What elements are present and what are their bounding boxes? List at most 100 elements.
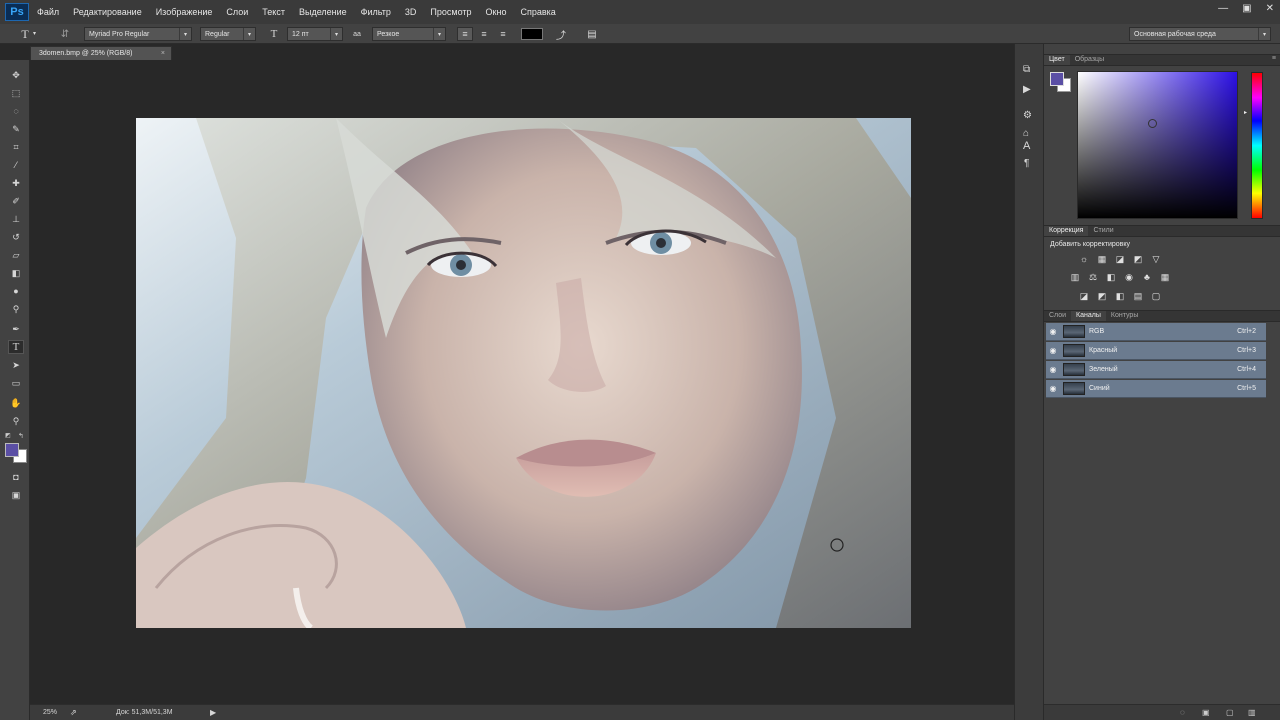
visibility-eye-icon[interactable]: ◉: [1046, 365, 1060, 374]
move-tool-icon[interactable]: ✥: [8, 68, 24, 82]
color-field[interactable]: [1077, 71, 1238, 219]
curves-icon[interactable]: ◪: [1114, 254, 1126, 264]
channel-mixer-icon[interactable]: ♣: [1141, 272, 1153, 282]
color-lookup-icon[interactable]: ▦: [1159, 272, 1171, 282]
close-icon[interactable]: ✕: [1266, 3, 1274, 14]
visibility-eye-icon[interactable]: ◉: [1046, 384, 1060, 393]
export-icon[interactable]: ⇗: [70, 708, 77, 717]
color-panel-foreground-swatch[interactable]: [1050, 72, 1064, 86]
healing-brush-tool-icon[interactable]: ✚: [8, 176, 24, 190]
gradient-map-icon[interactable]: ▤: [1132, 291, 1144, 301]
type-tool-preset-icon[interactable]: T: [18, 27, 32, 41]
marquee-tool-icon[interactable]: ⬚: [8, 86, 24, 100]
threshold-icon[interactable]: ◧: [1114, 291, 1126, 301]
eyedropper-tool-icon[interactable]: ⁄: [8, 158, 24, 172]
font-size-select[interactable]: 12 пт ▾: [287, 27, 343, 41]
text-color-swatch[interactable]: [521, 28, 543, 40]
tab-color[interactable]: Цвет: [1044, 55, 1070, 65]
align-center-icon[interactable]: ≡: [476, 27, 492, 41]
menu-help[interactable]: Справка: [520, 7, 555, 17]
channel-row-rgb[interactable]: ◉ RGB Ctrl+2: [1046, 323, 1266, 341]
hue-saturation-icon[interactable]: ▥: [1069, 272, 1081, 282]
history-icon[interactable]: ⧉: [1023, 64, 1030, 75]
default-colors-icon[interactable]: ◩: [5, 432, 11, 439]
screen-mode-icon[interactable]: ▣: [8, 488, 24, 502]
actions-play-icon[interactable]: ▶: [1023, 84, 1031, 95]
quick-select-tool-icon[interactable]: ✎: [8, 122, 24, 136]
text-orientation-icon[interactable]: ⇵: [58, 27, 72, 41]
hand-tool-icon[interactable]: ✋: [8, 396, 24, 410]
tab-channels[interactable]: Каналы: [1071, 311, 1106, 321]
hue-slider-arrow-icon[interactable]: ▸: [1244, 109, 1247, 116]
brightness-contrast-icon[interactable]: ☼: [1078, 254, 1090, 264]
status-menu-arrow-icon[interactable]: ▶: [210, 708, 216, 717]
history-brush-tool-icon[interactable]: ↺: [8, 230, 24, 244]
menu-filter[interactable]: Фильтр: [361, 7, 391, 17]
eraser-tool-icon[interactable]: ▱: [8, 248, 24, 262]
zoom-level[interactable]: 25%: [43, 709, 57, 716]
visibility-eye-icon[interactable]: ◉: [1046, 346, 1060, 355]
pen-tool-icon[interactable]: ✒: [8, 322, 24, 336]
menu-view[interactable]: Просмотр: [430, 7, 471, 17]
gradient-tool-icon[interactable]: ◧: [8, 266, 24, 280]
levels-icon[interactable]: ▦: [1096, 254, 1108, 264]
type-tool-icon[interactable]: T: [8, 340, 24, 354]
antialias-select[interactable]: Резкое ▾: [372, 27, 446, 41]
properties-icon[interactable]: ⚙: [1023, 110, 1032, 121]
chevron-down-icon[interactable]: ▾: [33, 30, 36, 37]
tab-paths[interactable]: Контуры: [1106, 311, 1143, 321]
dodge-tool-icon[interactable]: ⚲: [8, 302, 24, 316]
posterize-icon[interactable]: ◩: [1096, 291, 1108, 301]
menu-select[interactable]: Выделение: [299, 7, 347, 17]
warp-text-icon[interactable]: ⤴: [554, 27, 568, 42]
align-left-icon[interactable]: ≡: [457, 27, 473, 41]
selective-color-icon[interactable]: ▢: [1150, 291, 1162, 301]
menu-image[interactable]: Изображение: [156, 7, 213, 17]
color-picker-cursor[interactable]: [1148, 119, 1157, 128]
character-icon[interactable]: A: [1023, 140, 1030, 152]
tab-layers[interactable]: Слои: [1044, 311, 1071, 321]
shape-tool-icon[interactable]: ▭: [8, 376, 24, 390]
align-right-icon[interactable]: ≡: [495, 27, 511, 41]
channel-row-green[interactable]: ◉ Зеленый Ctrl+4: [1046, 361, 1266, 379]
hue-slider[interactable]: [1251, 72, 1263, 219]
menu-window[interactable]: Окно: [486, 7, 507, 17]
panel-menu-icon[interactable]: ≡: [1272, 55, 1276, 62]
quick-mask-icon[interactable]: ◘: [8, 470, 24, 484]
swap-colors-icon[interactable]: ↰: [18, 432, 24, 440]
path-select-tool-icon[interactable]: ➤: [8, 358, 24, 372]
font-style-select[interactable]: Regular ▾: [200, 27, 256, 41]
character-panel-icon[interactable]: ▤: [584, 27, 600, 41]
load-selection-icon[interactable]: ◌: [1180, 708, 1185, 717]
menu-3d[interactable]: 3D: [405, 7, 417, 17]
brush-tool-icon[interactable]: ✐: [8, 194, 24, 208]
tab-adjustments[interactable]: Коррекция: [1044, 226, 1089, 236]
black-white-icon[interactable]: ◧: [1105, 272, 1117, 282]
paragraph-icon[interactable]: ¶: [1024, 158, 1029, 169]
exposure-icon[interactable]: ◩: [1132, 254, 1144, 264]
channel-row-blue[interactable]: ◉ Синий Ctrl+5: [1046, 380, 1266, 398]
invert-icon[interactable]: ◪: [1078, 291, 1090, 301]
tab-swatches[interactable]: Образцы: [1070, 55, 1109, 65]
document-image[interactable]: [136, 118, 911, 628]
lasso-tool-icon[interactable]: ◌: [8, 104, 24, 118]
tab-styles[interactable]: Стили: [1088, 226, 1118, 236]
vibrance-icon[interactable]: ▽: [1150, 254, 1162, 264]
crop-tool-icon[interactable]: ⌗: [8, 140, 24, 154]
font-family-select[interactable]: Myriad Pro Regular ▾: [84, 27, 192, 41]
menu-layers[interactable]: Слои: [226, 7, 248, 17]
color-balance-icon[interactable]: ⚖: [1087, 272, 1099, 282]
trash-icon[interactable]: ▥: [1248, 708, 1256, 717]
restore-icon[interactable]: ▣: [1242, 3, 1251, 14]
new-channel-icon[interactable]: ▢: [1226, 708, 1234, 717]
brush-presets-icon[interactable]: ⌂: [1023, 128, 1029, 139]
foreground-color-swatch[interactable]: [5, 443, 19, 457]
minimize-icon[interactable]: —: [1218, 3, 1228, 14]
menu-edit[interactable]: Редактирование: [73, 7, 142, 17]
save-selection-icon[interactable]: ▣: [1202, 708, 1210, 717]
workspace-select[interactable]: Основная рабочая среда ▾: [1129, 27, 1271, 41]
document-tab[interactable]: 3domen.bmp @ 25% (RGB/8) ×: [30, 46, 172, 60]
channel-row-red[interactable]: ◉ Красный Ctrl+3: [1046, 342, 1266, 360]
menu-file[interactable]: Файл: [37, 7, 59, 17]
zoom-tool-icon[interactable]: ⚲: [8, 414, 24, 428]
